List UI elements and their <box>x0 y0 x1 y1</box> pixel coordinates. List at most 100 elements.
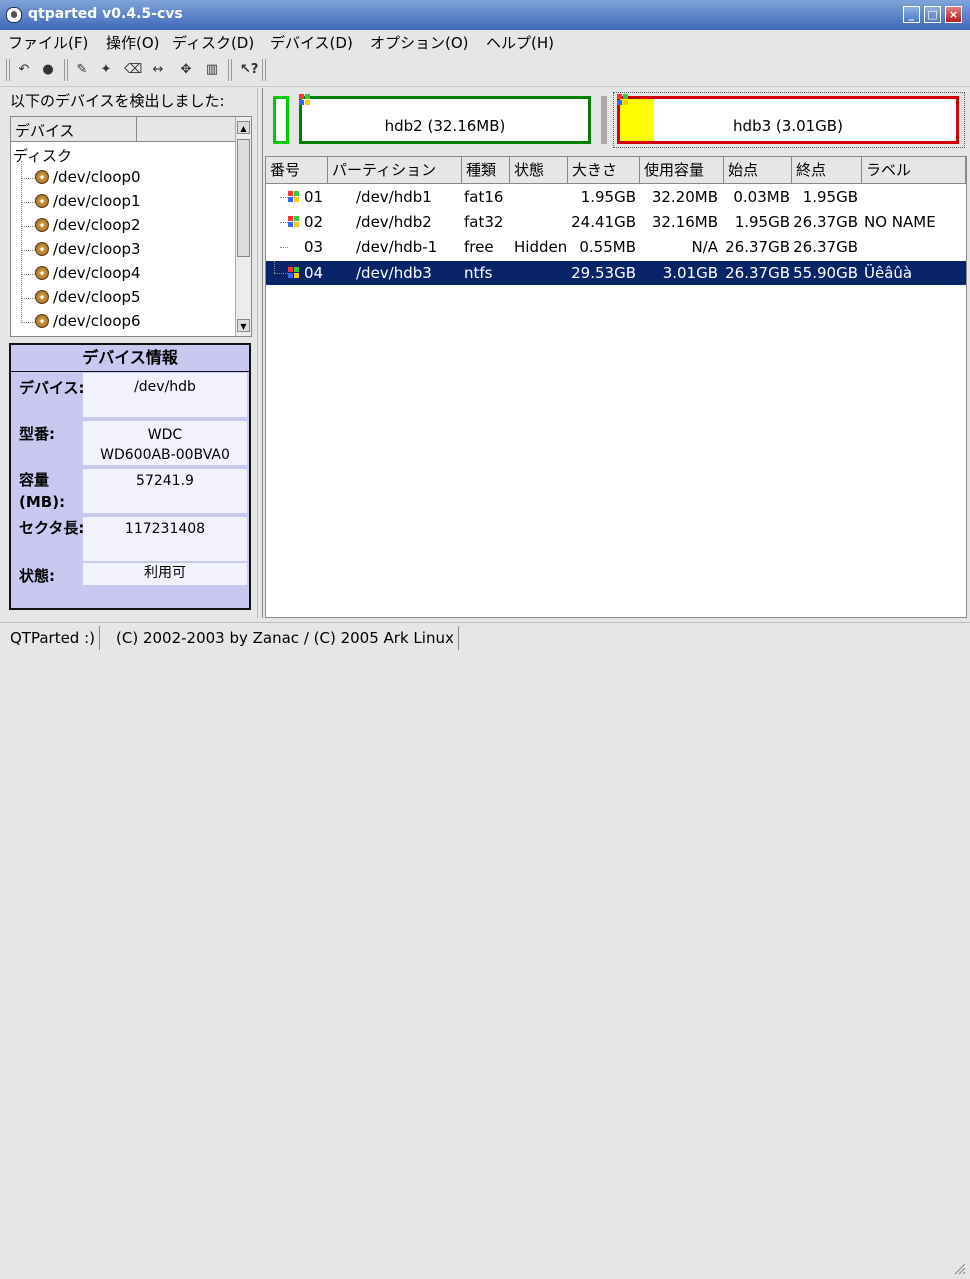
cell-number: 02 <box>304 213 324 231</box>
status-value: 利用可 <box>83 563 247 585</box>
whats-this-icon[interactable]: ↖? <box>240 62 258 78</box>
move-icon[interactable]: ✥ <box>178 62 194 78</box>
disk-map: hdb2 (32.16MB) hdb3 (3.01GB) <box>267 88 967 150</box>
scroll-up-icon[interactable]: ▲ <box>237 121 250 134</box>
cell-label: NO NAME <box>864 213 936 231</box>
col-number[interactable]: 番号 <box>266 157 328 183</box>
maximize-button[interactable]: □ <box>924 6 941 23</box>
model-value: WDC WD600AB-00BVA0 <box>83 421 247 465</box>
cell-size: 24.41GB <box>571 213 636 231</box>
disk-icon <box>35 290 49 304</box>
cell-partition: /dev/hdb-1 <box>356 238 438 256</box>
menu-help[interactable]: ヘルプ(H) <box>486 32 554 53</box>
window-title: qtparted v0.4.5-cvs <box>28 6 183 22</box>
cell-size: 0.55MB <box>579 238 636 256</box>
toolbar-grip[interactable] <box>262 59 266 81</box>
disk-icon <box>35 266 49 280</box>
cell-type: ntfs <box>464 264 493 282</box>
menu-device[interactable]: デバイス(D) <box>270 32 353 53</box>
model-value-line1: WDC <box>147 427 183 443</box>
cell-partition: /dev/hdb1 <box>356 188 432 206</box>
table-row[interactable]: 03 /dev/hdb-1 free Hidden 0.55MB N/A 26.… <box>266 235 966 259</box>
device-label: /dev/cloop3 <box>53 240 141 258</box>
device-tree-header[interactable]: デバイス <box>11 117 235 142</box>
qtparted-app-icon[interactable] <box>6 7 22 23</box>
col-partition[interactable]: パーティション <box>328 157 462 183</box>
cell-used: N/A <box>691 238 718 256</box>
menu-options[interactable]: オプション(O) <box>370 32 469 53</box>
cell-start: 1.95GB <box>734 213 790 231</box>
cell-partition: /dev/hdb2 <box>356 213 432 231</box>
cell-type: free <box>464 238 494 256</box>
col-size[interactable]: 大きさ <box>568 157 640 183</box>
menu-file[interactable]: ファイル(F) <box>8 32 88 53</box>
model-label: 型番: <box>19 425 55 443</box>
table-row-selected[interactable]: 04 /dev/hdb3 ntfs 29.53GB 3.01GB 26.37GB… <box>266 261 966 285</box>
col-label[interactable]: ラベル <box>862 157 966 183</box>
undo-icon[interactable]: ↶ <box>16 62 32 78</box>
device-tree[interactable]: デバイス ディスク /dev/cloop0 /dev/cloop1 /dev/c… <box>10 116 252 337</box>
cell-used: 3.01GB <box>662 264 718 282</box>
table-row[interactable]: 01 /dev/hdb1 fat16 1.95GB 32.20MB 0.03MB… <box>266 185 966 209</box>
close-button[interactable]: × <box>945 6 962 23</box>
map-partition-hdb3[interactable]: hdb3 (3.01GB) <box>617 96 959 144</box>
cell-partition: /dev/hdb3 <box>356 264 432 282</box>
format-icon[interactable]: ✦ <box>98 62 114 78</box>
cell-type: fat32 <box>464 213 504 231</box>
cell-size: 1.95GB <box>580 188 636 206</box>
windows-partition-icon <box>299 94 311 106</box>
device-label: デバイス: <box>19 379 85 397</box>
trash-icon[interactable]: ▥ <box>204 62 220 78</box>
windows-partition-icon <box>288 216 300 228</box>
windows-partition-icon <box>288 191 300 203</box>
panel-splitter[interactable] <box>257 88 263 618</box>
cell-state: Hidden <box>514 238 568 256</box>
capacity-value: 57241.9 <box>83 469 247 513</box>
windows-partition-icon <box>617 94 629 106</box>
menu-operations[interactable]: 操作(O) <box>106 32 160 53</box>
scroll-thumb[interactable] <box>237 139 250 257</box>
menu-disk[interactable]: ディスク(D) <box>172 32 254 53</box>
col-type[interactable]: 種類 <box>462 157 510 183</box>
disk-icon <box>35 218 49 232</box>
partition-table[interactable]: 番号 パーティション 種類 状態 大きさ 使用容量 始点 終点 ラベル 01 /… <box>265 156 967 618</box>
model-value-line2: WD600AB-00BVA0 <box>100 447 230 463</box>
toolbar-grip[interactable] <box>64 59 68 81</box>
capacity-label: 容量 (MB): <box>19 471 66 511</box>
scroll-down-icon[interactable]: ▼ <box>237 319 250 332</box>
col-state[interactable]: 状態 <box>510 157 568 183</box>
map-free-space[interactable] <box>601 96 607 144</box>
device-tree-scrollbar[interactable]: ▲ ▼ <box>235 117 251 336</box>
status-app: QTParted :) <box>6 626 101 650</box>
cell-size: 29.53GB <box>571 264 636 282</box>
toolbar-grip[interactable] <box>6 59 10 81</box>
cell-number: 03 <box>304 238 324 256</box>
sector-label: セクタ長: <box>19 519 85 537</box>
map-partition-hdb2[interactable]: hdb2 (32.16MB) <box>299 96 591 144</box>
col-used[interactable]: 使用容量 <box>640 157 724 183</box>
cell-end: 55.90GB <box>793 264 858 282</box>
cell-end: 26.37GB <box>793 238 858 256</box>
disk-icon <box>35 170 49 184</box>
eraser-icon[interactable]: ⌫ <box>124 62 142 78</box>
device-label: /dev/cloop6 <box>53 312 141 330</box>
commit-icon[interactable]: ● <box>40 62 56 78</box>
col-start[interactable]: 始点 <box>724 157 792 183</box>
resize-icon[interactable]: ↔ <box>150 62 166 78</box>
device-column-header[interactable]: デバイス <box>15 120 75 141</box>
column-separator[interactable] <box>136 117 137 141</box>
wrench-icon[interactable]: ✎ <box>74 62 90 78</box>
device-label: /dev/cloop4 <box>53 264 141 282</box>
title-bar: qtparted v0.4.5-cvs _ □ × <box>0 0 970 30</box>
menu-bar: ファイル(F) 操作(O) ディスク(D) デバイス(D) オプション(O) ヘ… <box>0 30 970 54</box>
map-hdb2-label: hdb2 (32.16MB) <box>384 117 506 135</box>
status-bar: QTParted :) (C) 2002-2003 by Zanac / (C)… <box>0 622 970 1275</box>
resize-grip-icon[interactable] <box>952 1261 966 1275</box>
device-label: /dev/cloop1 <box>53 192 141 210</box>
table-row[interactable]: 02 /dev/hdb2 fat32 24.41GB 32.16MB 1.95G… <box>266 210 966 234</box>
map-partition-hdb1[interactable] <box>273 96 289 144</box>
minimize-button[interactable]: _ <box>903 6 920 23</box>
col-end[interactable]: 終点 <box>792 157 862 183</box>
cell-number: 01 <box>304 188 324 206</box>
toolbar-grip[interactable] <box>228 59 232 81</box>
